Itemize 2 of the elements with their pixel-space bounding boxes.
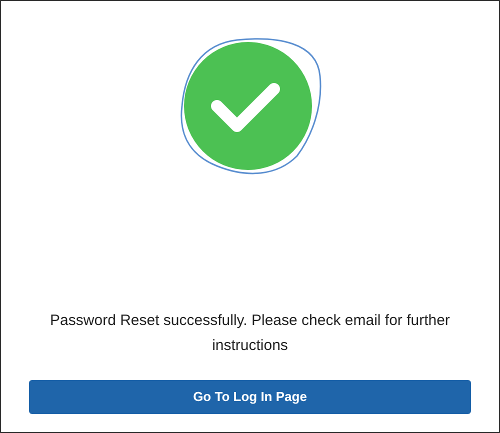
- go-to-login-button[interactable]: Go To Log In Page: [29, 380, 471, 414]
- success-message: Password Reset successfully. Please check email for further instructions: [50, 311, 450, 356]
